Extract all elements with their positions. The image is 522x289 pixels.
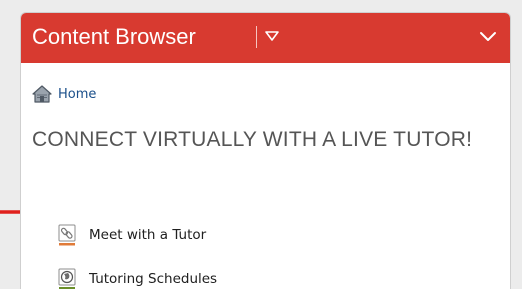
list-item-meet-with-a-tutor[interactable]: Meet with a Tutor — [58, 220, 206, 250]
breadcrumb-label: Home — [58, 86, 97, 102]
globe-icon — [58, 268, 76, 289]
panel-title: Content Browser — [32, 24, 196, 49]
triangle-down-icon — [265, 31, 279, 41]
item-label: Meet with a Tutor — [89, 227, 207, 243]
title-separator — [256, 26, 257, 48]
chevron-down-icon — [480, 32, 496, 41]
breadcrumb-home-link[interactable]: Home — [32, 83, 96, 105]
content-browser-panel: Content Browser Home CONNECT VIRTUALLY W… — [20, 12, 511, 289]
panel-header: Content Browser — [21, 13, 510, 63]
list-item-tutoring-schedules[interactable]: Tutoring Schedules — [58, 264, 217, 289]
screenshot-stage: Content Browser Home CONNECT VIRTUALLY W… — [0, 0, 522, 289]
module-heading: CONNECT VIRTUALLY WITH A LIVE TUTOR! — [32, 128, 473, 151]
collapse-panel-button[interactable] — [477, 26, 499, 46]
item-label: Tutoring Schedules — [89, 271, 218, 287]
home-icon — [32, 85, 52, 103]
panel-body: Home CONNECT VIRTUALLY WITH A LIVE TUTOR… — [21, 63, 510, 289]
title-dropdown-button[interactable] — [264, 28, 280, 44]
link-icon — [58, 224, 76, 246]
